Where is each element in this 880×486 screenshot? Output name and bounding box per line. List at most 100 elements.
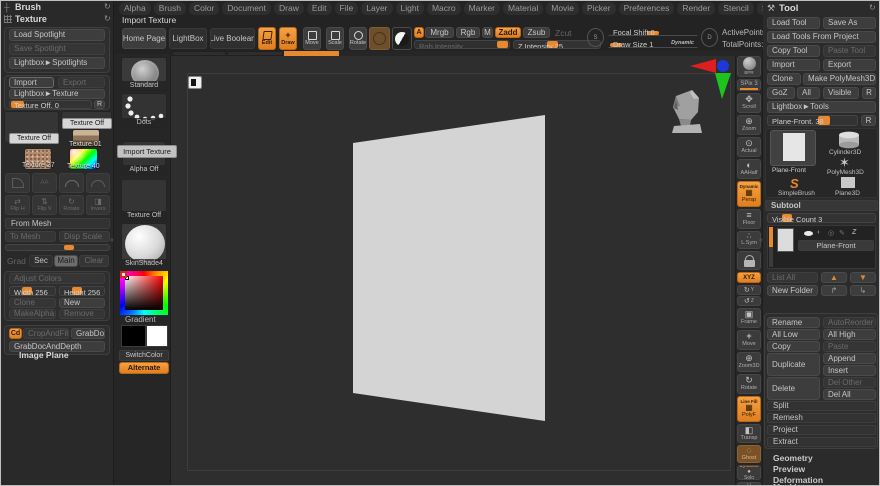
gradient-label[interactable]: Gradient (125, 316, 156, 325)
menu-document[interactable]: Document (222, 2, 271, 15)
polyf-button[interactable]: Line Fill▦PolyF (737, 396, 761, 422)
main-button[interactable]: Main (54, 255, 78, 267)
list-all-button[interactable]: List All (767, 272, 818, 283)
aahalf-button[interactable]: ◐AAHalf (737, 159, 761, 179)
menu-picker[interactable]: Picker (582, 2, 616, 15)
transp-button[interactable]: ◧Transp (737, 424, 761, 443)
color-picker[interactable] (120, 271, 168, 315)
switch-color-button[interactable]: SwitchColor (119, 350, 169, 361)
texture-icon-button-4[interactable] (86, 173, 110, 193)
load-spotlight-button[interactable]: Load Spotlight (9, 29, 105, 41)
focal-shift-slider[interactable]: Focal Shift 0 (608, 26, 698, 36)
subtool-item-name[interactable]: Plane-Front (798, 240, 874, 251)
dynamic-mode-label[interactable]: Dynamic (671, 40, 694, 46)
rotate-texture-button[interactable]: ↻Rotate (59, 195, 84, 215)
ghost-button[interactable]: ◌Ghost (737, 445, 761, 463)
export-tool-button[interactable]: Export (823, 59, 876, 71)
z-rotation-button[interactable]: ↺Z (737, 296, 761, 306)
goz-all-button[interactable]: All (797, 87, 820, 99)
stroke-thumb[interactable]: Dots (121, 93, 167, 128)
subtool-eye-icon[interactable] (804, 231, 813, 236)
brush-alpha-button[interactable] (369, 27, 390, 50)
lsym-button[interactable]: ∴L.Sym (737, 231, 761, 249)
rotate-button[interactable]: Rotate (349, 27, 367, 50)
all-low-button[interactable]: All Low (767, 329, 820, 340)
edit-button[interactable]: Edit (258, 27, 276, 50)
invers-button[interactable]: ◨Invers (86, 195, 110, 215)
move-into-folder-button[interactable]: ↳ (850, 285, 876, 296)
disp-scale-button[interactable]: Disp Scale (59, 231, 110, 242)
m-button[interactable]: M (482, 27, 493, 38)
actual-button[interactable]: ⊙Actual (737, 137, 761, 157)
copy-tool-button[interactable]: Copy Tool (767, 45, 820, 57)
append-button[interactable]: Append (823, 353, 876, 364)
menu-edit[interactable]: Edit (307, 2, 332, 15)
make-polymesh3d-button[interactable]: Make PolyMesh3D (803, 73, 876, 85)
import-tool-button[interactable]: Import (767, 59, 820, 71)
menu-preferences[interactable]: Preferences (619, 2, 675, 15)
lightbox-tools-button[interactable]: Lightbox►Tools (767, 101, 876, 113)
menu-layer[interactable]: Layer (361, 2, 392, 15)
menu-brush[interactable]: Brush (154, 2, 186, 15)
flip-v-button[interactable]: ⇅Flip V (32, 195, 57, 215)
clear-button[interactable]: Clear (79, 255, 109, 267)
auto-reorder-button[interactable]: AutoReorder (823, 317, 876, 328)
color-picker-inner[interactable] (125, 276, 163, 310)
remesh-bar[interactable]: Remesh (767, 413, 876, 423)
scale-button[interactable]: Scale (326, 27, 344, 50)
main-color-swatch[interactable] (121, 325, 146, 347)
brush-thumb[interactable]: Standard (121, 57, 167, 91)
tool-refresh-icon[interactable]: ↻ (869, 3, 876, 12)
menu-light[interactable]: Light (396, 2, 424, 15)
paste-tool-button[interactable]: Paste Tool (823, 45, 876, 57)
texture-palette-header[interactable]: Texture ↻ (1, 13, 114, 25)
move-out-folder-button[interactable]: ↱ (821, 285, 847, 296)
clone-button[interactable]: Clone (9, 298, 56, 308)
doc-circle-button[interactable]: D (701, 28, 718, 47)
active-tool-slider[interactable]: Plane-Front. 38 (767, 115, 858, 126)
flip-h-button[interactable]: ⇄Flip H (5, 195, 30, 215)
material-thumb[interactable]: SkinShade4 (121, 223, 167, 269)
move-button[interactable]: Move (303, 27, 321, 50)
clone-tool-button[interactable]: Clone (767, 73, 801, 85)
rgb-button[interactable]: Rgb (456, 27, 480, 38)
visible-count-slider[interactable]: Visible Count 3 (767, 213, 876, 223)
goz-r-button[interactable]: R (862, 87, 876, 99)
move-3d-button[interactable]: +Move (737, 330, 761, 350)
xyz-rotation-button[interactable]: XYZ (737, 272, 761, 283)
image-plane-label[interactable]: Image Plane (19, 351, 69, 360)
xpose-button[interactable]: ∷Xpose (737, 482, 761, 486)
plane3d-icon[interactable] (841, 177, 855, 188)
new-folder-button[interactable]: New Folder (767, 285, 818, 296)
lightbox-button[interactable]: LightBox (169, 28, 207, 49)
new-button[interactable]: New (59, 298, 105, 308)
subtool-up-button[interactable]: ▲ (821, 272, 847, 283)
a-toggle[interactable]: A (414, 27, 424, 38)
menu-marker[interactable]: Marker (464, 2, 500, 15)
duplicate-button[interactable]: Duplicate (767, 353, 820, 376)
paste-subtool-button[interactable]: Paste (823, 341, 876, 352)
axis-widget[interactable] (688, 56, 734, 102)
delete-button[interactable]: Delete (767, 377, 820, 400)
doc-marker-icon[interactable] (188, 76, 202, 89)
menu-stencil[interactable]: Stencil (718, 2, 754, 15)
alternate-button[interactable]: Alternate (119, 362, 169, 374)
draw-button[interactable]: +Draw (279, 27, 297, 50)
subtool-sculpt-icon[interactable]: ◎ (828, 229, 834, 237)
load-tools-from-project-button[interactable]: Load Tools From Project (767, 31, 876, 43)
canvas[interactable] (171, 56, 736, 486)
menu-file[interactable]: File (335, 2, 359, 15)
cylinder3d-icon[interactable] (835, 131, 863, 149)
subtool-section-header[interactable]: Subtool (765, 200, 878, 211)
make-alpha-button[interactable]: MakeAlpha (9, 309, 56, 319)
del-other-button[interactable]: Del Other (823, 377, 876, 388)
menu-render[interactable]: Render (677, 2, 715, 15)
zadd-button[interactable]: Zadd (495, 27, 521, 38)
extract-bar[interactable]: Extract (767, 437, 876, 447)
import-texture-button[interactable]: Import (9, 77, 54, 88)
load-tool-button[interactable]: Load Tool (767, 17, 820, 29)
tool-item-plane-front[interactable] (770, 130, 816, 166)
bpr-button[interactable]: BPR (737, 56, 761, 77)
cd-badge[interactable]: Cd (9, 328, 22, 339)
insert-button[interactable]: Insert (823, 365, 876, 376)
